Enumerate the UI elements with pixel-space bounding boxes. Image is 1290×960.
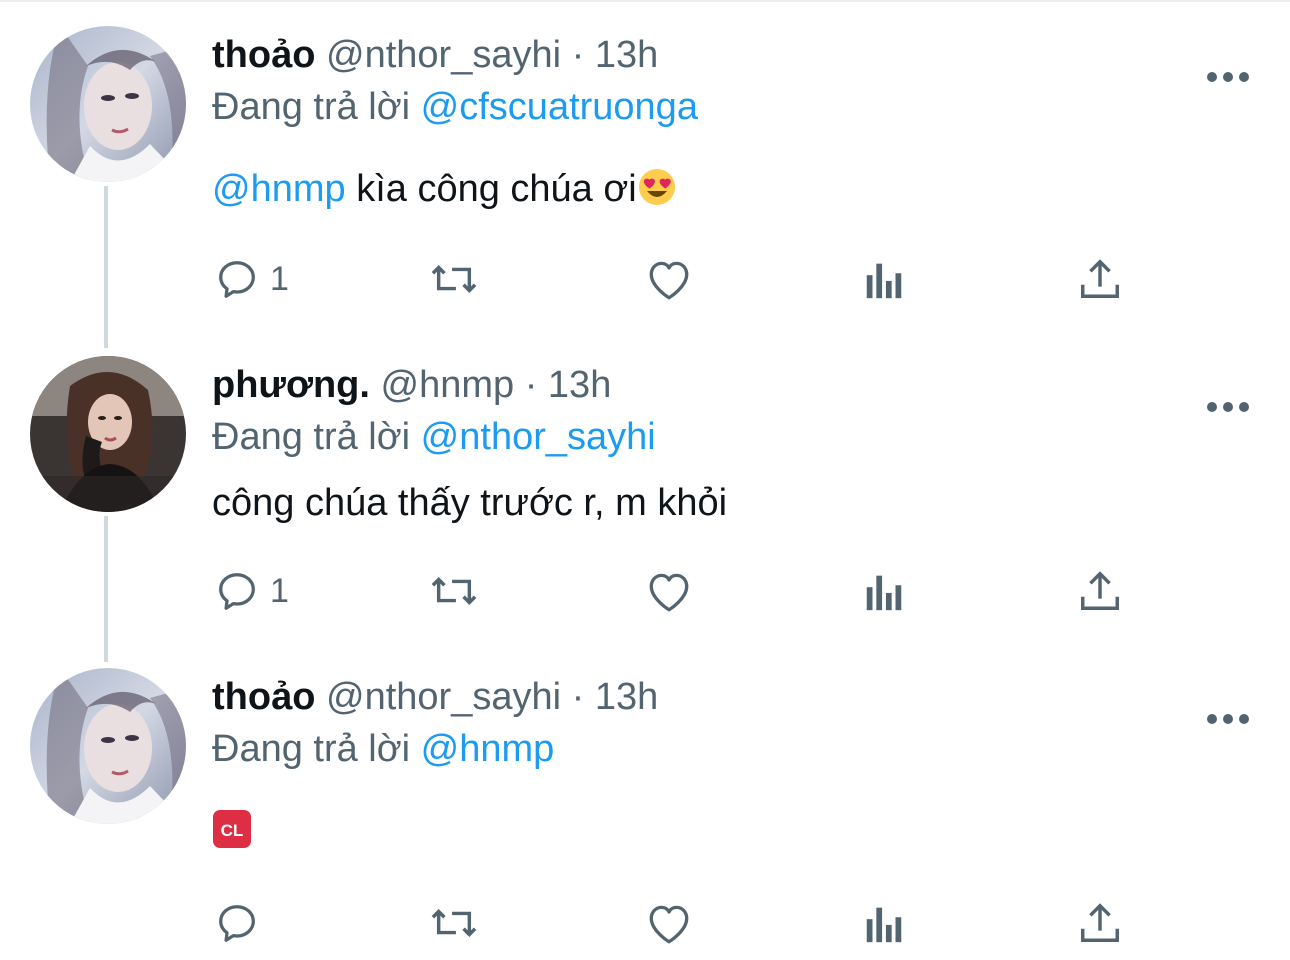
tweet-actions: 1	[0, 254, 1290, 304]
retweet-icon	[428, 900, 480, 946]
analytics-icon	[862, 568, 906, 614]
user-handle[interactable]: @nthor_sayhi	[326, 676, 561, 718]
share-button[interactable]	[1078, 898, 1122, 948]
user-handle[interactable]: @nthor_sayhi	[326, 34, 561, 76]
tweet-header: phương. @hnmp · 13h	[212, 362, 611, 408]
heart-icon	[644, 900, 694, 946]
more-options-icon[interactable]	[1206, 712, 1250, 724]
tweet[interactable]: thoảo @nthor_sayhi · 13h Đang trả lời @c…	[0, 26, 1290, 326]
reply-icon	[214, 568, 260, 614]
avatar[interactable]	[30, 26, 186, 182]
like-button[interactable]	[644, 898, 694, 948]
share-icon	[1078, 256, 1122, 302]
more-options-icon[interactable]	[1206, 70, 1250, 82]
share-button[interactable]	[1078, 254, 1122, 304]
timestamp[interactable]: 13h	[595, 34, 658, 76]
avatar[interactable]	[30, 356, 186, 512]
retweet-button[interactable]	[428, 566, 480, 616]
display-name[interactable]: thoảo	[212, 676, 315, 718]
tweet-header: thoảo @nthor_sayhi · 13h	[212, 674, 658, 720]
display-name[interactable]: phương.	[212, 364, 370, 406]
cl-emoji-text: CL	[221, 821, 244, 840]
reply-button[interactable]: 1	[214, 566, 289, 616]
retweet-button[interactable]	[428, 254, 480, 304]
analytics-icon	[862, 900, 906, 946]
heart-icon	[644, 568, 694, 614]
heart-icon	[644, 256, 694, 302]
tweet[interactable]: phương. @hnmp · 13h Đang trả lời @nthor_…	[0, 356, 1290, 656]
tweet-actions: 1	[0, 566, 1290, 616]
replying-to-handle[interactable]: @nthor_sayhi	[421, 416, 656, 458]
tweet-text: công chúa thấy trước r, m khỏi	[212, 480, 727, 526]
share-button[interactable]	[1078, 566, 1122, 616]
reply-icon	[214, 900, 260, 946]
like-button[interactable]	[644, 254, 694, 304]
reply-count: 1	[270, 572, 289, 610]
tweet-text-content: kìa công chúa ơi	[345, 168, 637, 210]
heart-eyes-emoji-icon	[637, 167, 677, 218]
replying-to: Đang trả lời @cfscuatruonga	[212, 84, 698, 130]
tweet-text: CL	[212, 808, 252, 860]
tweet-actions	[0, 898, 1290, 948]
like-button[interactable]	[644, 566, 694, 616]
mention-link[interactable]: @hnmp	[212, 168, 346, 210]
timestamp[interactable]: 13h	[548, 364, 611, 406]
reply-count: 1	[270, 260, 289, 298]
replying-to-label: Đang trả lời	[212, 416, 411, 458]
replying-to: Đang trả lời @nthor_sayhi	[212, 414, 656, 460]
tweet-text-content: công chúa thấy trước r, m khỏi	[212, 482, 728, 524]
reply-icon	[214, 256, 260, 302]
analytics-button[interactable]	[862, 254, 906, 304]
replying-to-label: Đang trả lời	[212, 728, 411, 770]
tweet-header: thoảo @nthor_sayhi · 13h	[212, 32, 658, 78]
analytics-button[interactable]	[862, 566, 906, 616]
analytics-icon	[862, 256, 906, 302]
share-icon	[1078, 900, 1122, 946]
replying-to-label: Đang trả lời	[212, 86, 411, 128]
separator-dot: ·	[571, 676, 585, 718]
user-handle[interactable]: @hnmp	[381, 364, 515, 406]
retweet-button[interactable]	[428, 898, 480, 948]
cl-button-emoji-icon: CL	[212, 809, 252, 860]
timestamp[interactable]: 13h	[595, 676, 658, 718]
more-options-icon[interactable]	[1206, 400, 1250, 412]
separator-dot: ·	[571, 34, 585, 76]
analytics-button[interactable]	[862, 898, 906, 948]
tweet[interactable]: thoảo @nthor_sayhi · 13h Đang trả lời @h…	[0, 668, 1290, 960]
replying-to-handle[interactable]: @cfscuatruonga	[421, 86, 698, 128]
avatar[interactable]	[30, 668, 186, 824]
display-name[interactable]: thoảo	[212, 34, 315, 76]
separator-dot: ·	[524, 364, 538, 406]
share-icon	[1078, 568, 1122, 614]
replying-to: Đang trả lời @hnmp	[212, 726, 554, 772]
tweet-text: @hnmp kìa công chúa ơi	[212, 166, 677, 218]
reply-button[interactable]	[214, 898, 270, 948]
replying-to-handle[interactable]: @hnmp	[421, 728, 555, 770]
top-divider	[0, 0, 1290, 2]
retweet-icon	[428, 256, 480, 302]
reply-button[interactable]: 1	[214, 254, 289, 304]
retweet-icon	[428, 568, 480, 614]
